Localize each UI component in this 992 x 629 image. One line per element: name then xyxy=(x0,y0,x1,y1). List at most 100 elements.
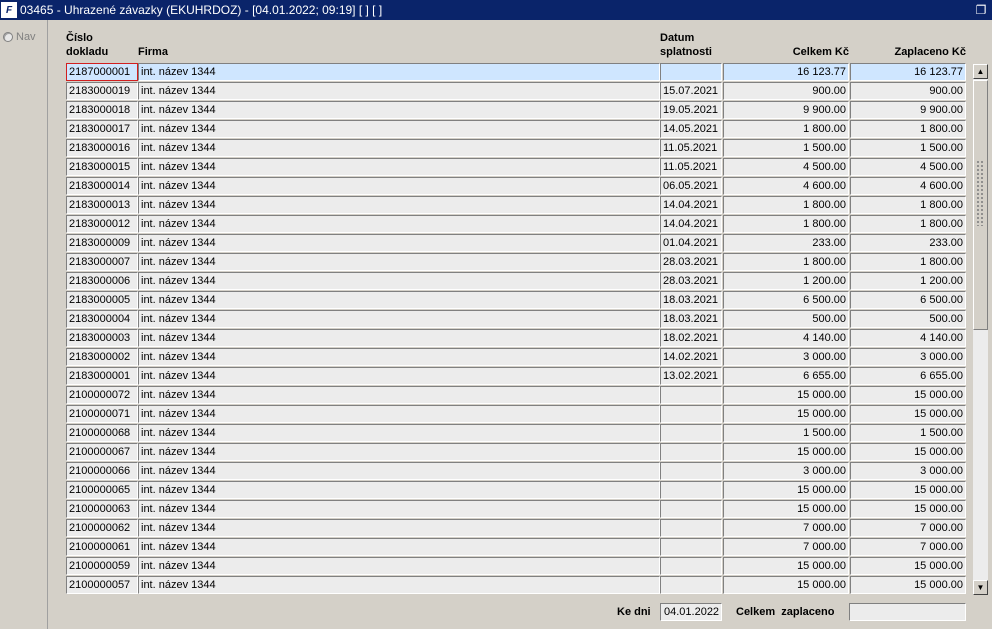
due-date-cell[interactable]: 11.05.2021 xyxy=(660,139,722,157)
total-cell[interactable]: 15 000.00 xyxy=(723,405,849,423)
total-cell[interactable]: 1 500.00 xyxy=(723,424,849,442)
due-date-cell[interactable]: 18.03.2021 xyxy=(660,291,722,309)
due-date-cell[interactable]: 14.02.2021 xyxy=(660,348,722,366)
table-row[interactable]: 2100000063 int. název 1344 15 000.00 15 000… xyxy=(66,500,966,519)
table-row[interactable]: 2183000019 int. název 1344 15.07.2021 900.0… xyxy=(66,82,966,101)
document-number-cell[interactable]: 2183000017 xyxy=(66,120,138,138)
table-row[interactable]: 2100000059 int. název 1344 15 000.00 15 000… xyxy=(66,557,966,576)
paid-cell[interactable]: 233.00 xyxy=(850,234,966,252)
table-row[interactable]: 2183000013 int. název 1344 14.04.2021 1 800… xyxy=(66,196,966,215)
firm-cell[interactable]: int. název 1344 xyxy=(138,329,660,347)
due-date-cell[interactable]: 15.07.2021 xyxy=(660,82,722,100)
firm-cell[interactable]: int. název 1344 xyxy=(138,557,660,575)
total-cell[interactable]: 1 200.00 xyxy=(723,272,849,290)
firm-cell[interactable]: int. název 1344 xyxy=(138,443,660,461)
table-row[interactable]: 2100000068 int. název 1344 1 500.00 1 500.0… xyxy=(66,424,966,443)
total-cell[interactable]: 1 800.00 xyxy=(723,196,849,214)
due-date-cell[interactable]: 18.03.2021 xyxy=(660,310,722,328)
table-row[interactable]: 2100000062 int. název 1344 7 000.00 7 000.0… xyxy=(66,519,966,538)
restore-window-icon[interactable]: ❐ xyxy=(974,3,988,17)
table-row[interactable]: 2187000001 int. název 1344 16 123.77 16 123… xyxy=(66,63,966,82)
firm-cell[interactable]: int. název 1344 xyxy=(138,234,660,252)
document-number-cell[interactable]: 2183000019 xyxy=(66,82,138,100)
firm-cell[interactable]: int. název 1344 xyxy=(138,576,660,594)
document-number-cell[interactable]: 2183000009 xyxy=(66,234,138,252)
table-row[interactable]: 2100000071 int. název 1344 15 000.00 15 000… xyxy=(66,405,966,424)
paid-cell[interactable]: 6 655.00 xyxy=(850,367,966,385)
total-cell[interactable]: 7 000.00 xyxy=(723,519,849,537)
table-row[interactable]: 2183000007 int. název 1344 28.03.2021 1 800… xyxy=(66,253,966,272)
due-date-cell[interactable]: 14.04.2021 xyxy=(660,196,722,214)
celkem-zaplaceno-field[interactable] xyxy=(849,603,966,621)
due-date-cell[interactable] xyxy=(660,481,722,499)
paid-cell[interactable]: 1 800.00 xyxy=(850,215,966,233)
paid-cell[interactable]: 500.00 xyxy=(850,310,966,328)
table-row[interactable]: 2183000001 int. název 1344 13.02.2021 6 655… xyxy=(66,367,966,386)
total-cell[interactable]: 7 000.00 xyxy=(723,538,849,556)
due-date-cell[interactable]: 01.04.2021 xyxy=(660,234,722,252)
firm-cell[interactable]: int. název 1344 xyxy=(138,538,660,556)
firm-cell[interactable]: int. název 1344 xyxy=(138,196,660,214)
paid-cell[interactable]: 7 000.00 xyxy=(850,538,966,556)
scroll-down-button[interactable]: ▼ xyxy=(973,580,988,595)
paid-cell[interactable]: 1 800.00 xyxy=(850,253,966,271)
table-row[interactable]: 2100000072 int. název 1344 15 000.00 15 000… xyxy=(66,386,966,405)
document-number-cell[interactable]: 2183000018 xyxy=(66,101,138,119)
table-row[interactable]: 2183000014 int. název 1344 06.05.2021 4 600… xyxy=(66,177,966,196)
firm-cell[interactable]: int. název 1344 xyxy=(138,348,660,366)
total-cell[interactable]: 15 000.00 xyxy=(723,443,849,461)
due-date-cell[interactable]: 18.02.2021 xyxy=(660,329,722,347)
firm-cell[interactable]: int. název 1344 xyxy=(138,215,660,233)
total-cell[interactable]: 15 000.00 xyxy=(723,481,849,499)
firm-cell[interactable]: int. název 1344 xyxy=(138,386,660,404)
table-row[interactable]: 2183000012 int. název 1344 14.04.2021 1 800… xyxy=(66,215,966,234)
firm-cell[interactable]: int. název 1344 xyxy=(138,177,660,195)
total-cell[interactable]: 4 140.00 xyxy=(723,329,849,347)
total-cell[interactable]: 6 500.00 xyxy=(723,291,849,309)
due-date-cell[interactable]: 28.03.2021 xyxy=(660,272,722,290)
firm-cell[interactable]: int. název 1344 xyxy=(138,253,660,271)
table-row[interactable]: 2183000002 int. název 1344 14.02.2021 3 000… xyxy=(66,348,966,367)
due-date-cell[interactable] xyxy=(660,557,722,575)
due-date-cell[interactable]: 19.05.2021 xyxy=(660,101,722,119)
paid-cell[interactable]: 15 000.00 xyxy=(850,500,966,518)
due-date-cell[interactable]: 06.05.2021 xyxy=(660,177,722,195)
total-cell[interactable]: 4 600.00 xyxy=(723,177,849,195)
firm-cell[interactable]: int. název 1344 xyxy=(138,120,660,138)
firm-cell[interactable]: int. název 1344 xyxy=(138,139,660,157)
paid-cell[interactable]: 1 500.00 xyxy=(850,139,966,157)
document-number-cell[interactable]: 2100000068 xyxy=(66,424,138,442)
paid-cell[interactable]: 4 600.00 xyxy=(850,177,966,195)
due-date-cell[interactable] xyxy=(660,519,722,537)
document-number-cell[interactable]: 2100000065 xyxy=(66,481,138,499)
total-cell[interactable]: 15 000.00 xyxy=(723,557,849,575)
table-row[interactable]: 2183000017 int. název 1344 14.05.2021 1 800… xyxy=(66,120,966,139)
total-cell[interactable]: 233.00 xyxy=(723,234,849,252)
document-number-cell[interactable]: 2183000015 xyxy=(66,158,138,176)
table-row[interactable]: 2183000015 int. název 1344 11.05.2021 4 500… xyxy=(66,158,966,177)
paid-cell[interactable]: 1 200.00 xyxy=(850,272,966,290)
document-number-cell[interactable]: 2100000067 xyxy=(66,443,138,461)
table-row[interactable]: 2100000065 int. název 1344 15 000.00 15 000… xyxy=(66,481,966,500)
firm-cell[interactable]: int. název 1344 xyxy=(138,310,660,328)
table-row[interactable]: 2183000004 int. název 1344 18.03.2021 500.0… xyxy=(66,310,966,329)
firm-cell[interactable]: int. název 1344 xyxy=(138,291,660,309)
document-number-cell[interactable]: 2183000006 xyxy=(66,272,138,290)
paid-cell[interactable]: 4 140.00 xyxy=(850,329,966,347)
document-number-cell[interactable]: 2183000016 xyxy=(66,139,138,157)
firm-cell[interactable]: int. název 1344 xyxy=(138,481,660,499)
paid-cell[interactable]: 6 500.00 xyxy=(850,291,966,309)
table-row[interactable]: 2183000016 int. název 1344 11.05.2021 1 500… xyxy=(66,139,966,158)
document-number-cell[interactable]: 2183000012 xyxy=(66,215,138,233)
total-cell[interactable]: 1 800.00 xyxy=(723,120,849,138)
due-date-cell[interactable]: 13.02.2021 xyxy=(660,367,722,385)
paid-cell[interactable]: 1 800.00 xyxy=(850,196,966,214)
paid-cell[interactable]: 3 000.00 xyxy=(850,462,966,480)
document-number-cell[interactable]: 2183000001 xyxy=(66,367,138,385)
firm-cell[interactable]: int. název 1344 xyxy=(138,405,660,423)
document-number-cell[interactable]: 2183000013 xyxy=(66,196,138,214)
total-cell[interactable]: 1 800.00 xyxy=(723,253,849,271)
table-row[interactable]: 2100000066 int. název 1344 3 000.00 3 000.0… xyxy=(66,462,966,481)
firm-cell[interactable]: int. název 1344 xyxy=(138,462,660,480)
due-date-cell[interactable] xyxy=(660,462,722,480)
